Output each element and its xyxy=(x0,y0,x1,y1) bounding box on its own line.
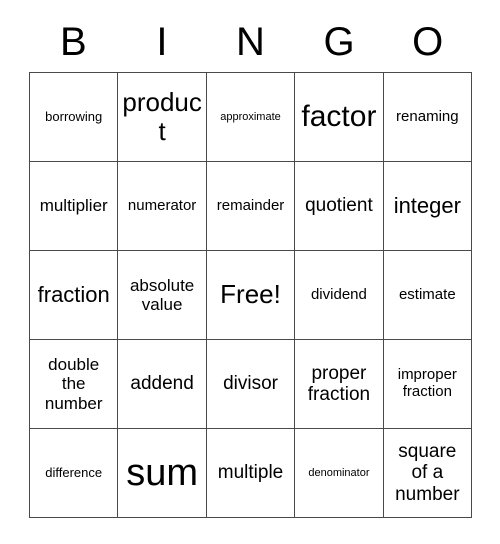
bingo-cell-label: double the number xyxy=(44,355,103,413)
bingo-cell[interactable]: remainder xyxy=(206,162,296,251)
bingo-cell-label: estimate xyxy=(398,285,456,303)
bingo-cell[interactable]: borrowing xyxy=(30,73,119,162)
bingo-cell-label: dividend xyxy=(310,285,367,303)
bingo-cell[interactable]: addend xyxy=(118,340,207,429)
bingo-row: fraction absolute value Free! dividend e… xyxy=(30,251,473,340)
bingo-cell[interactable]: quotient xyxy=(295,162,384,251)
bingo-cell[interactable]: product xyxy=(118,73,207,162)
bingo-cell[interactable]: integer xyxy=(383,162,473,251)
bingo-cell-label: approximate xyxy=(220,110,281,123)
bingo-cell[interactable]: dividend xyxy=(295,251,384,340)
bingo-grid: borrowing product approximate factor ren… xyxy=(29,72,473,518)
bingo-cell[interactable]: improper fraction xyxy=(383,340,473,429)
bingo-cell[interactable]: approximate xyxy=(206,73,296,162)
bingo-cell[interactable]: renaming xyxy=(383,73,473,162)
bingo-cell[interactable]: sum xyxy=(118,429,207,518)
bingo-header-row: B I N G O xyxy=(29,12,472,72)
bingo-cell-label: proper fraction xyxy=(307,362,371,405)
bingo-cell[interactable]: estimate xyxy=(383,251,473,340)
bingo-cell-label: difference xyxy=(45,464,103,480)
bingo-header-letter-b: B xyxy=(59,20,87,64)
bingo-cell-label: denominator xyxy=(308,466,370,479)
bingo-cell-label: renaming xyxy=(396,107,459,125)
bingo-cell[interactable]: absolute value xyxy=(118,251,207,340)
bingo-cell-label: factor xyxy=(301,100,377,134)
bingo-cell[interactable]: multiple xyxy=(206,429,296,518)
bingo-cell-label: borrowing xyxy=(45,108,103,124)
bingo-row: borrowing product approximate factor ren… xyxy=(30,73,473,162)
bingo-cell[interactable]: denominator xyxy=(295,429,384,518)
bingo-header-letter-n: N xyxy=(236,20,265,64)
bingo-cell[interactable]: proper fraction xyxy=(295,340,384,429)
bingo-cell-label: square of a number xyxy=(395,441,460,505)
bingo-cell-label: absolute value xyxy=(129,275,195,314)
bingo-header-letter-o: O xyxy=(412,20,444,64)
bingo-row: multiplier numerator remainder quotient … xyxy=(30,162,473,251)
bingo-cell-label: remainder xyxy=(216,196,285,214)
bingo-cell-label: Free! xyxy=(220,279,281,310)
bingo-cell-label: divisor xyxy=(223,373,278,395)
bingo-cell-label: improper fraction xyxy=(397,366,457,400)
bingo-cell-label: multiple xyxy=(217,462,284,484)
bingo-cell[interactable]: fraction xyxy=(30,251,119,340)
bingo-cell[interactable]: numerator xyxy=(118,162,207,251)
bingo-cell[interactable]: double the number xyxy=(30,340,119,429)
bingo-cell-label: multiplier xyxy=(39,196,108,216)
bingo-cell[interactable]: factor xyxy=(295,73,384,162)
bingo-cell-label: integer xyxy=(393,192,461,218)
bingo-cell-label: quotient xyxy=(305,195,373,217)
bingo-cell-label: product xyxy=(122,86,202,146)
bingo-header-letter-i: I xyxy=(156,20,168,64)
bingo-cell[interactable]: difference xyxy=(30,429,119,518)
bingo-cell[interactable]: square of a number xyxy=(383,429,473,518)
bingo-cell[interactable]: divisor xyxy=(206,340,296,429)
bingo-header-letter-g: G xyxy=(323,20,355,64)
bingo-cell-label: fraction xyxy=(37,281,110,307)
bingo-cell-label: addend xyxy=(130,373,194,395)
bingo-card: B I N G O borrowing product approximate … xyxy=(29,12,473,518)
bingo-cell[interactable]: multiplier xyxy=(30,162,119,251)
bingo-row: difference sum multiple denominator squa… xyxy=(30,429,473,518)
bingo-cell-label: numerator xyxy=(127,196,197,214)
bingo-cell-free[interactable]: Free! xyxy=(206,251,296,340)
bingo-cell-label: sum xyxy=(126,451,198,494)
bingo-row: double the number addend divisor proper … xyxy=(30,340,473,429)
